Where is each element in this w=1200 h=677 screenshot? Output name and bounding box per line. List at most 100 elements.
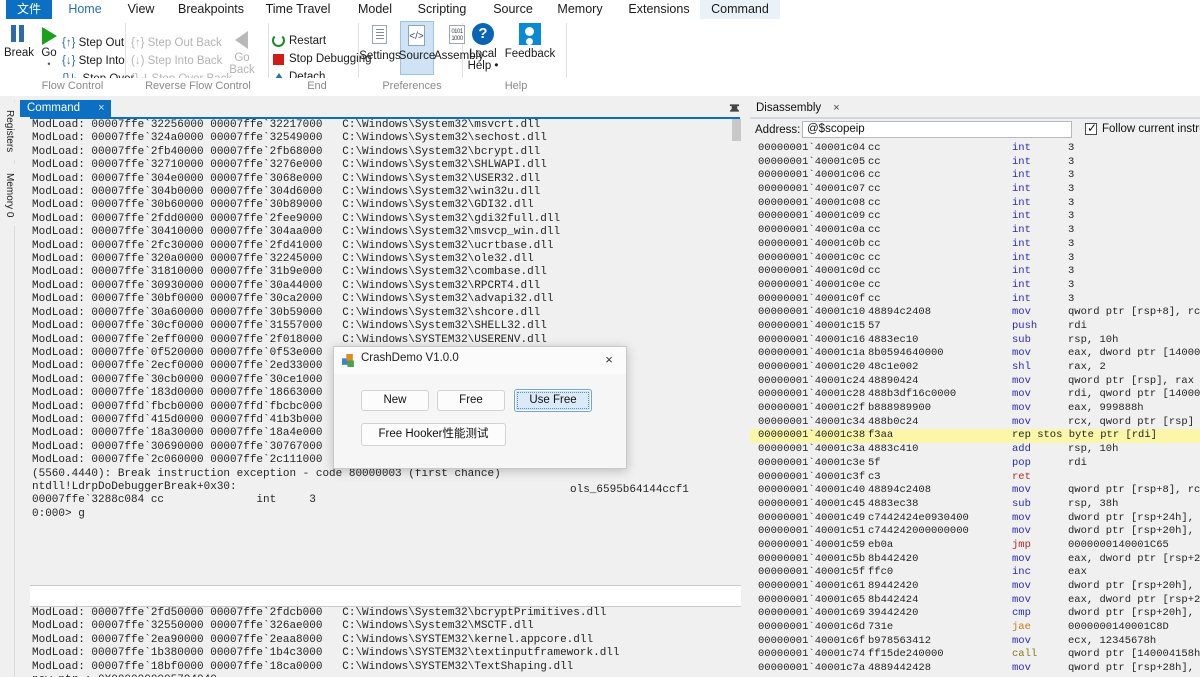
disassembly-row[interactable]: 00000001`40001c05 cc int 3 bbox=[750, 156, 1200, 170]
restart-button[interactable]: Restart bbox=[272, 34, 326, 48]
disassembly-row[interactable]: 00000001`40001c16 4883ec10 sub rsp, 10h bbox=[750, 334, 1200, 348]
instruction-mnemonic: add bbox=[1012, 443, 1031, 456]
command-input[interactable] bbox=[30, 585, 741, 607]
dialog-button-free[interactable]: Free bbox=[437, 390, 505, 411]
tab-command[interactable]: Command × bbox=[20, 100, 111, 117]
instruction-bytes: 488b0c24 bbox=[868, 415, 919, 428]
settings-button[interactable]: Settings bbox=[359, 23, 401, 62]
stop-debugging-button[interactable]: Stop Debugging bbox=[272, 52, 371, 66]
command-scrollbar[interactable] bbox=[732, 119, 741, 585]
ribbon-tab-memory[interactable]: Memory bbox=[550, 0, 610, 19]
disassembly-row[interactable]: 00000001`40001c08 cc int 3 bbox=[750, 197, 1200, 211]
dialog-title-bar[interactable]: CrashDemo V1.0.0 × bbox=[334, 347, 626, 374]
instruction-address: 00000001`40001c3e bbox=[758, 456, 866, 469]
disassembly-row[interactable]: 00000001`40001c45 4883ec38 sub rsp, 38h bbox=[750, 498, 1200, 512]
disassembly-row[interactable]: 00000001`40001c34 488b0c24 mov rcx, qword p… bbox=[750, 416, 1200, 430]
disassembly-row[interactable]: 00000001`40001c3f c3 ret bbox=[750, 471, 1200, 485]
dialog-button-free-hooker[interactable]: Free Hooker性能测试 bbox=[361, 423, 506, 446]
instruction-mnemonic: mov bbox=[1012, 484, 1031, 497]
disassembly-row[interactable]: 00000001`40001c59 eb0a jmp 0000000140001C65 bbox=[750, 539, 1200, 553]
disassembly-row[interactable]: 00000001`40001c61 89442420 mov dword ptr [r… bbox=[750, 580, 1200, 594]
disassembly-row[interactable]: 00000001`40001c06 cc int 3 bbox=[750, 169, 1200, 183]
disassembly-row[interactable]: 00000001`40001c0c cc int 3 bbox=[750, 252, 1200, 266]
close-icon[interactable]: × bbox=[98, 102, 104, 114]
ribbon-tab-scripting[interactable]: Scripting bbox=[410, 0, 474, 19]
command-tab-bar: Command × bbox=[15, 100, 750, 117]
disassembly-row[interactable]: 00000001`40001c28 488b3df16c0000 mov rdi, q… bbox=[750, 388, 1200, 402]
disassembly-row[interactable]: 00000001`40001c04 cc int 3 bbox=[750, 142, 1200, 156]
instruction-operands: eax, dword ptr [140008084h] bbox=[1068, 347, 1200, 360]
ribbon-tab-home[interactable]: Home bbox=[58, 0, 112, 19]
disassembly-row[interactable]: 00000001`40001c51 c744242000000000 mov dwor… bbox=[750, 525, 1200, 539]
close-icon[interactable]: × bbox=[833, 102, 839, 114]
dialog-close-icon[interactable]: × bbox=[600, 351, 618, 369]
instruction-bytes: 48890424 bbox=[868, 374, 919, 387]
disassembly-row[interactable]: 00000001`40001c1a 8b0594640000 mov eax, dwo… bbox=[750, 347, 1200, 361]
address-input[interactable]: @$scopeip bbox=[802, 121, 1072, 138]
disassembly-row[interactable]: 00000001`40001c2f b888989900 mov eax, 99988… bbox=[750, 402, 1200, 416]
go-dropdown-caret[interactable]: • bbox=[36, 58, 62, 70]
crashdemo-dialog[interactable]: CrashDemo V1.0.0 × New Free Use Free Free H… bbox=[333, 346, 627, 469]
disassembly-row[interactable]: 00000001`40001c0b cc int 3 bbox=[750, 238, 1200, 252]
step-out-back-label: Step Out Back bbox=[147, 37, 222, 49]
disassembly-row[interactable]: 00000001`40001c49 c7442424e0930400 mov dwor… bbox=[750, 512, 1200, 526]
tab-disassembly[interactable]: Disassembly × bbox=[756, 100, 840, 117]
command-scrollbar-thumb[interactable] bbox=[732, 119, 741, 141]
ribbon-tab-breakpoints[interactable]: Breakpoints bbox=[170, 0, 252, 19]
ribbon-group-label: Reverse Flow Control bbox=[145, 80, 251, 92]
dialog-button-use-free[interactable]: Use Free bbox=[514, 389, 592, 412]
disassembly-row[interactable]: 00000001`40001c0a cc int 3 bbox=[750, 224, 1200, 238]
disassembly-row[interactable]: 00000001`40001c69 39442420 cmp dword ptr [r… bbox=[750, 607, 1200, 621]
ribbon-tab-extensions[interactable]: Extensions bbox=[622, 0, 696, 19]
disassembly-row[interactable]: 00000001`40001c07 cc int 3 bbox=[750, 183, 1200, 197]
instruction-address: 00000001`40001c6f bbox=[758, 634, 866, 647]
disassembly-row[interactable]: 00000001`40001c5b 8b442420 mov eax, dword p… bbox=[750, 553, 1200, 567]
ribbon-tab-source[interactable]: Source bbox=[486, 0, 540, 19]
instruction-mnemonic: push bbox=[1012, 319, 1038, 332]
step-into-button[interactable]: {↓} Step Into bbox=[62, 54, 125, 68]
instruction-operands: 0000000140001C8D bbox=[1068, 621, 1169, 634]
step-out-button[interactable]: {↑} Step Out bbox=[62, 36, 124, 50]
instruction-bytes: 57 bbox=[868, 319, 881, 332]
instruction-mnemonic: mov bbox=[1012, 374, 1031, 387]
disassembly-row[interactable]: 00000001`40001c24 48890424 mov qword ptr [r… bbox=[750, 375, 1200, 389]
disassembly-row[interactable]: 00000001`40001c6f b978563412 mov ecx, 12345… bbox=[750, 635, 1200, 649]
instruction-bytes: cc bbox=[868, 210, 881, 223]
instruction-operands: qword ptr [rsp+8], rcx bbox=[1068, 306, 1200, 319]
disassembly-row[interactable]: 00000001`40001c0e cc int 3 bbox=[750, 279, 1200, 293]
disassembly-row[interactable]: 00000001`40001c40 48894c2408 mov qword ptr … bbox=[750, 484, 1200, 498]
dock-tab-registers[interactable]: Registers bbox=[0, 102, 15, 160]
ribbon-tab-command[interactable]: Command bbox=[700, 0, 780, 19]
dock-tab-memory-0[interactable]: Memory 0 bbox=[0, 164, 15, 226]
disassembly-row[interactable]: 00000001`40001c74 ff15de240000 call qword p… bbox=[750, 648, 1200, 662]
disassembly-row[interactable]: 00000001`40001c65 8b442424 mov eax, dword p… bbox=[750, 594, 1200, 608]
instruction-address: 00000001`40001c49 bbox=[758, 511, 866, 524]
dialog-title: CrashDemo V1.0.0 bbox=[361, 352, 459, 364]
pin-icon[interactable] bbox=[729, 102, 740, 114]
instruction-address: 00000001`40001c61 bbox=[758, 580, 866, 592]
instruction-operands: eax bbox=[1068, 566, 1087, 579]
question-icon: ? bbox=[472, 23, 494, 45]
instruction-operands: rsp, 38h bbox=[1068, 497, 1119, 510]
ribbon-tab-view[interactable]: View bbox=[118, 0, 164, 19]
disassembly-row[interactable]: 00000001`40001c10 48894c2408 mov qword ptr … bbox=[750, 306, 1200, 320]
disassembly-row[interactable]: 00000001`40001c3e 5f pop rdi bbox=[750, 457, 1200, 471]
disassembly-row[interactable]: 00000001`40001c0f cc int 3 bbox=[750, 293, 1200, 307]
disassembly-row[interactable]: 00000001`40001c15 57 push rdi bbox=[750, 320, 1200, 334]
ribbon-tab-model[interactable]: Model bbox=[350, 0, 400, 19]
disassembly-row[interactable]: 00000001`40001c20 48c1e002 shl rax, 2 bbox=[750, 361, 1200, 375]
dialog-button-new[interactable]: New bbox=[361, 390, 429, 411]
follow-current-instruction-checkbox[interactable] bbox=[1085, 121, 1097, 135]
disassembly-row[interactable]: 00000001`40001c6d 731e jae 0000000140001C8D bbox=[750, 621, 1200, 635]
ribbon-tab-文件[interactable]: 文件 bbox=[6, 0, 52, 19]
disassembly-row[interactable]: 00000001`40001c0d cc int 3 bbox=[750, 265, 1200, 279]
disassembly-row[interactable]: 00000001`40001c5f ffc0 inc eax bbox=[750, 566, 1200, 580]
disassembly-row[interactable]: 00000001`40001c7a 4889442428 mov qword ptr … bbox=[750, 662, 1200, 676]
disassembly-row[interactable]: 00000001`40001c09 cc int 3 bbox=[750, 210, 1200, 224]
ribbon-tab-time-travel[interactable]: Time Travel bbox=[258, 0, 338, 19]
instruction-operands: 3 bbox=[1068, 237, 1075, 250]
disassembly-row-current[interactable]: 00000001`40001c38 f3aa rep stos byte ptr [… bbox=[750, 429, 1200, 444]
disassembly-listing[interactable]: 00000001`40001c04 cc int 3 00000001`40001c05… bbox=[750, 142, 1200, 677]
feedback-button[interactable]: Feedback bbox=[505, 22, 555, 60]
disassembly-row[interactable]: 00000001`40001c3a 4883c410 add rsp, 10h bbox=[750, 443, 1200, 457]
